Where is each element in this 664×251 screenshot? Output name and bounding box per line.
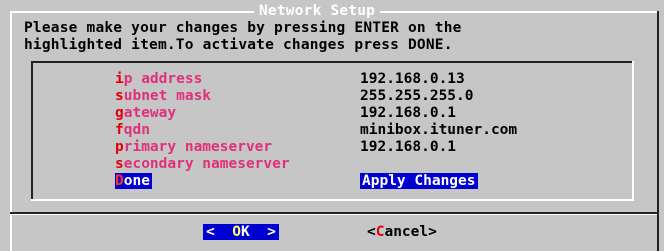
menu-item-tag: fqdn: [115, 122, 150, 138]
menu-item-secondary-nameserver[interactable]: secondary nameserver: [115, 156, 625, 173]
cancel-button[interactable]: <Cancel>: [367, 224, 437, 240]
hotkey: i: [115, 71, 124, 87]
tag-text: econdary nameserver: [123, 156, 290, 172]
tag-text: ubnet mask: [123, 88, 212, 104]
instructions: Please make your changes by pressing ENT…: [24, 20, 462, 54]
menu-item-ip-address[interactable]: ip address 192.168.0.13: [115, 71, 625, 88]
menu-item-subnet-mask[interactable]: subnet mask 255.255.255.0: [115, 88, 625, 105]
menu-border-bottom: [31, 199, 634, 201]
dialog-border-left: [10, 11, 12, 251]
menu-list: ip address 192.168.0.13 subnet mask 255.…: [115, 71, 625, 190]
menu-item-value: minibox.ituner.com: [360, 122, 518, 138]
cancel-right-bracket: >: [428, 224, 437, 240]
hotkey: D: [115, 173, 124, 189]
menu-item-primary-nameserver[interactable]: primary nameserver 192.168.0.1: [115, 139, 625, 156]
menu-border-right: [632, 61, 634, 201]
menu-item-fqdn[interactable]: fqdn minibox.ituner.com: [115, 122, 625, 139]
hotkey: g: [115, 105, 124, 121]
tag-text: qdn: [123, 122, 150, 138]
hotkey: f: [115, 122, 124, 138]
menu-item-tag: gateway: [115, 105, 176, 121]
ok-label: K: [240, 224, 250, 240]
ok-hotkey: O: [232, 224, 241, 240]
hotkey: s: [115, 88, 124, 104]
menu-item-value: 192.168.0.1: [360, 105, 457, 121]
ok-left-bracket: <: [206, 224, 233, 240]
cancel-left-bracket: <: [367, 224, 376, 240]
menu-item-tag: primary nameserver: [115, 139, 272, 155]
dialog-border-right: [657, 11, 659, 251]
menu-item-value: 255.255.255.0: [360, 88, 474, 104]
menu-border-top: [31, 61, 634, 63]
ok-button[interactable]: < OK >: [203, 224, 279, 240]
network-setup-dialog: Network Setup Please make your changes b…: [0, 0, 664, 251]
dialog-title: Network Setup: [254, 3, 381, 19]
menu-box: ip address 192.168.0.13 subnet mask 255.…: [31, 61, 634, 201]
menu-item-tag: secondary nameserver: [115, 156, 290, 172]
tag-text: ateway: [123, 105, 177, 121]
menu-item-gateway[interactable]: gateway 192.168.0.1: [115, 105, 625, 122]
instructions-line-2: highlighted item.To activate changes pre…: [24, 37, 453, 53]
tag-text: one: [123, 173, 150, 189]
menu-item-done[interactable]: Done Apply Changes: [115, 173, 625, 190]
menu-item-tag: subnet mask: [115, 88, 211, 104]
cancel-label: ancel: [384, 224, 429, 240]
menu-item-value: 192.168.0.13: [360, 71, 465, 87]
menu-border-left: [31, 61, 33, 201]
tag-text: p address: [123, 71, 203, 87]
tag-text: rimary nameserver: [123, 139, 273, 155]
hotkey: p: [115, 139, 124, 155]
menu-item-tag: ip address: [115, 71, 202, 87]
button-separator-highlight: [12, 214, 657, 215]
ok-right-bracket: >: [249, 224, 276, 240]
hotkey: s: [115, 156, 124, 172]
instructions-line-1: Please make your changes by pressing ENT…: [24, 20, 462, 36]
menu-item-tag: Done: [115, 173, 152, 189]
menu-item-value: 192.168.0.1: [360, 139, 457, 155]
menu-item-value: Apply Changes: [360, 173, 478, 189]
